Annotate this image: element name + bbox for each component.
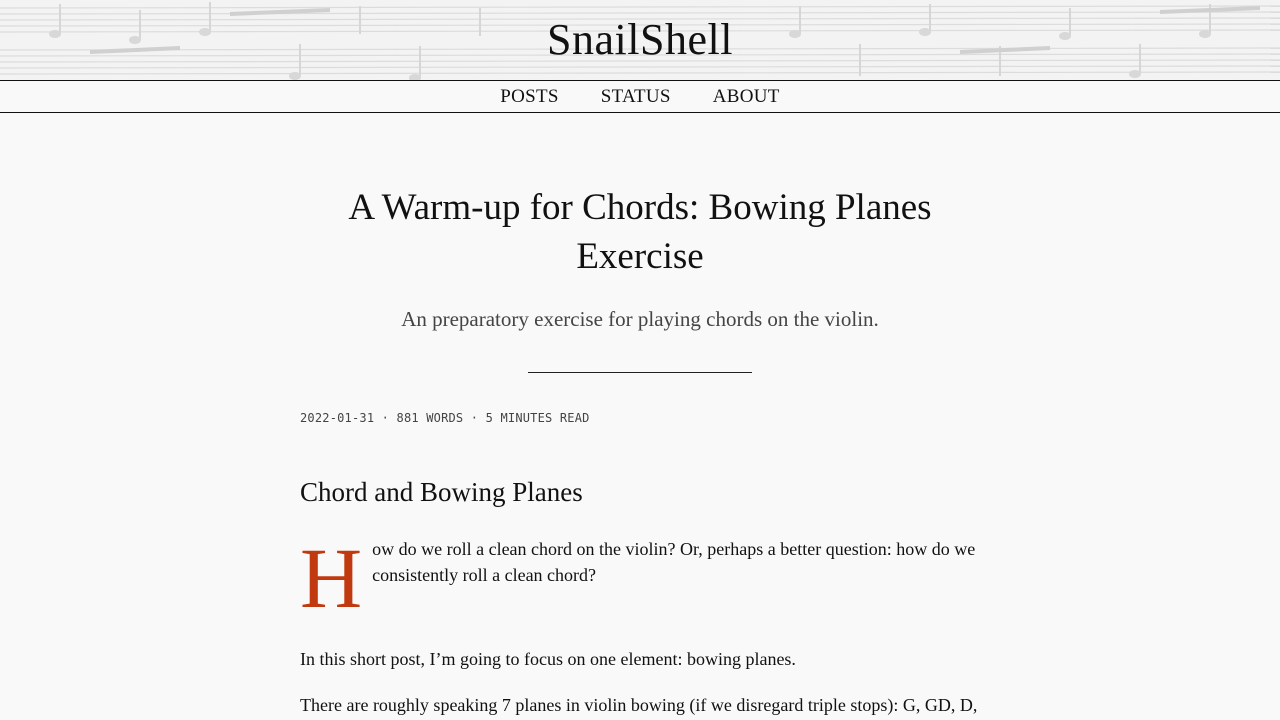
paragraph-3: There are roughly speaking 7 planes in v… (300, 695, 978, 715)
nav-item-about[interactable]: ABOUT (713, 86, 780, 108)
post-subtitle: An preparatory exercise for playing chor… (401, 307, 879, 331)
paragraph-2: In this short post, I’m going to focus o… (300, 649, 796, 669)
post-meta: 2022-01-31 · 881 WORDS · 5 MINUTES READ (300, 411, 590, 425)
post-title: A Warm-up for Chords: Bowing Planes Exer… (348, 187, 932, 277)
intro-paragraph: H ow do we roll a clean chord on the vio… (300, 530, 980, 626)
article: A Warm-up for Chords: Bowing Planes Exer… (300, 183, 980, 720)
nav-item-posts[interactable]: POSTS (500, 86, 559, 108)
paragraph-1: ow do we roll a clean chord on the violi… (372, 539, 976, 585)
section-heading: Chord and Bowing Planes (300, 477, 583, 507)
site-title: SnailShell (0, 14, 1280, 66)
site-header: SnailShell (0, 0, 1280, 80)
site-title-link[interactable]: SnailShell (547, 15, 733, 64)
main-navigation: POSTS STATUS ABOUT (0, 80, 1280, 113)
nav-item-status[interactable]: STATUS (601, 86, 671, 108)
title-divider (528, 372, 752, 373)
drop-cap: H (300, 530, 363, 626)
